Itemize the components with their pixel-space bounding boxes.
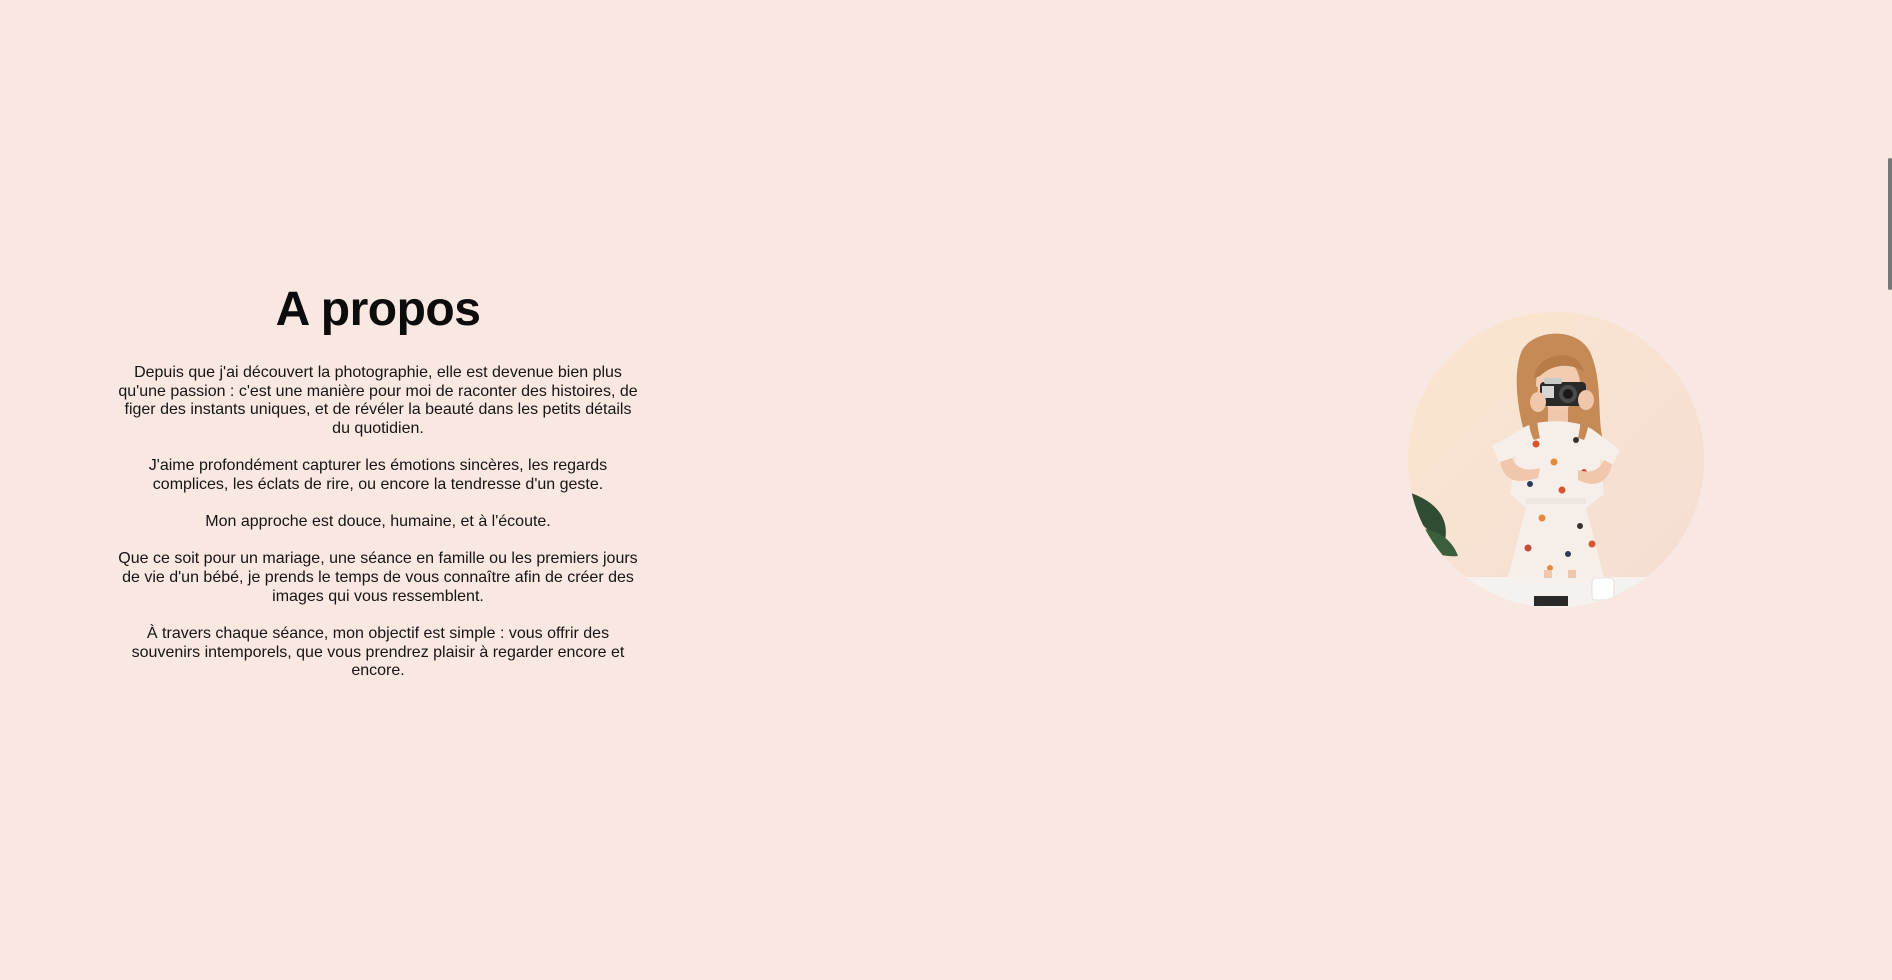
about-paragraph-4: Que ce soit pour un mariage, une séance … xyxy=(118,550,638,605)
about-paragraph-2: J'aime profondément capturer les émotion… xyxy=(148,457,608,494)
about-section: A propos Depuis que j'ai découvert la ph… xyxy=(118,280,638,700)
portrait-image xyxy=(1408,312,1704,608)
about-paragraph-5: À travers chaque séance, mon objectif es… xyxy=(131,625,625,680)
about-page: A propos Depuis que j'ai découvert la ph… xyxy=(0,0,1892,980)
photographer-portrait-illustration xyxy=(1408,312,1704,608)
about-paragraph-1: Depuis que j'ai découvert la photographi… xyxy=(118,364,638,438)
page-scrollbar[interactable] xyxy=(1888,158,1892,290)
about-title: A propos xyxy=(275,283,481,336)
about-paragraph-3: Mon approche est douce, humaine, et à l'… xyxy=(205,513,551,531)
